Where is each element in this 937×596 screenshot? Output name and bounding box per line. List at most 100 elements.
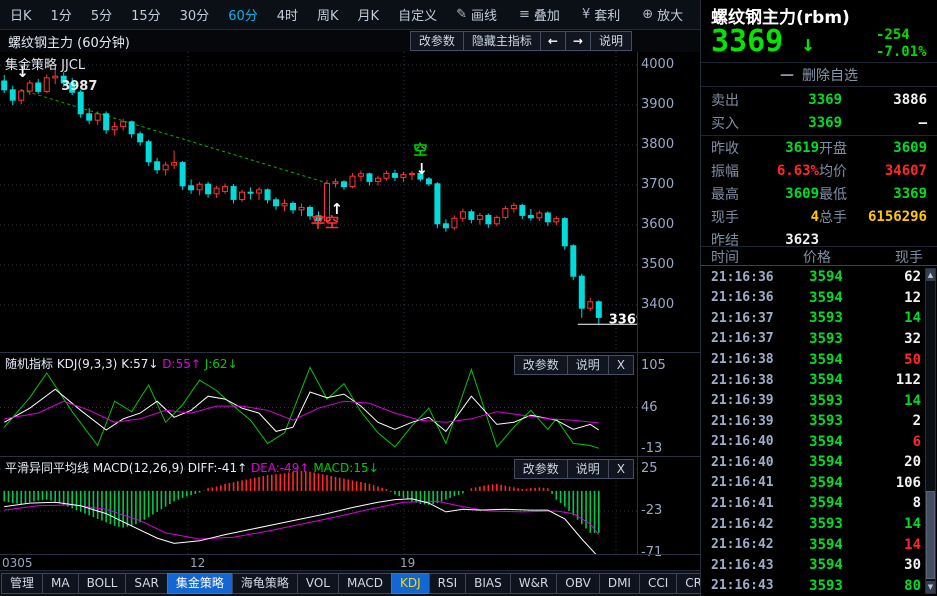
indicator-tab-MACD[interactable]: MACD bbox=[338, 573, 392, 594]
tool-draw-line[interactable]: ✎画线 bbox=[456, 5, 497, 24]
tape-row[interactable]: 21:16:39359314 bbox=[701, 390, 937, 411]
period-tab-60分[interactable]: 60分 bbox=[228, 5, 258, 24]
tool-arbitrage[interactable]: ¥套利 bbox=[582, 5, 620, 24]
period-tab-30分[interactable]: 30分 bbox=[180, 5, 210, 24]
period-tab-月K[interactable]: 月K bbox=[358, 5, 380, 24]
remove-favorite-button[interactable]: — 删除自选 bbox=[701, 62, 937, 87]
tape-column-header: 价格 bbox=[782, 247, 853, 267]
indicator-tab-VOL[interactable]: VOL bbox=[297, 573, 339, 594]
period-tab-自定义[interactable]: 自定义 bbox=[398, 5, 437, 24]
tape-row[interactable]: 21:16:4135948 bbox=[701, 493, 937, 514]
arbitrage-icon: ¥ bbox=[582, 7, 590, 22]
indicator-tab-管理[interactable]: 管理 bbox=[1, 573, 43, 594]
tape-price: 3593 bbox=[789, 578, 863, 594]
next-button[interactable]: → bbox=[565, 31, 591, 51]
indicator-tab-KDJ[interactable]: KDJ bbox=[391, 573, 430, 594]
tape-row[interactable]: 21:16:43359380 bbox=[701, 575, 937, 596]
axis-tick-label: 25 bbox=[641, 461, 658, 476]
tape-price: 3593 bbox=[789, 310, 863, 326]
indicator-tab-BIAS[interactable]: BIAS bbox=[465, 573, 511, 594]
scrollbar-thumb[interactable] bbox=[926, 491, 935, 579]
kdj-panel[interactable]: 随机指标 KDJ(9,3,3) K:57↓ D:55↑ J:62↓ 改参数说明X… bbox=[0, 352, 700, 456]
tape-time: 21:16:36 bbox=[711, 270, 789, 285]
tape-volume: 50 bbox=[863, 352, 921, 368]
macd-dea-value: DEA:-49↑ bbox=[251, 461, 310, 475]
candlestick-panel[interactable]: 集金策略 JJCL ↓3987平空↑空↓3369 400039003800370… bbox=[0, 52, 700, 352]
indicator-tab-RSI[interactable]: RSI bbox=[429, 573, 467, 594]
kdj-title: 随机指标 KDJ(9,3,3) bbox=[5, 357, 117, 371]
tape-volume: 62 bbox=[863, 269, 921, 285]
close-button[interactable]: X bbox=[608, 355, 634, 375]
indicator-tab-海龟策略[interactable]: 海龟策略 bbox=[232, 573, 298, 594]
tape-row[interactable]: 21:16:37359332 bbox=[701, 329, 937, 350]
prev-button[interactable]: ← bbox=[540, 31, 566, 51]
macd-macd-value: MACD:15↓ bbox=[313, 461, 378, 475]
stat-label: 最低 bbox=[819, 184, 865, 204]
indicator-tab-OBV[interactable]: OBV bbox=[556, 573, 600, 594]
tape-price: 3593 bbox=[789, 413, 863, 429]
stat-label: 开盘 bbox=[819, 138, 865, 158]
tape-row[interactable]: 21:16:37359314 bbox=[701, 308, 937, 329]
candlestick-chart[interactable]: ↓3987平空↑空↓3369 bbox=[0, 52, 637, 352]
help-button[interactable]: 说明 bbox=[590, 31, 632, 51]
indicator-tab-CCI[interactable]: CCI bbox=[639, 573, 677, 594]
indicator-tab-集金策略[interactable]: 集金策略 bbox=[167, 573, 233, 594]
tape-scrollbar[interactable]: ▲ ▼ bbox=[925, 268, 936, 594]
open-short-arrow: ↓ bbox=[415, 160, 428, 178]
tape-row[interactable]: 21:16:383594112 bbox=[701, 370, 937, 391]
tape-volume: 20 bbox=[863, 454, 921, 470]
chart-header-buttons: 改参数隐藏主指标←→说明 bbox=[411, 31, 632, 51]
bid-row: 买入3369— bbox=[701, 111, 937, 134]
tape-row[interactable]: 21:16:4035946 bbox=[701, 432, 937, 453]
tape-row[interactable]: 21:16:42359314 bbox=[701, 514, 937, 535]
kdj-k-value: K:57↓ bbox=[121, 357, 158, 371]
indicator-tab-DMI[interactable]: DMI bbox=[599, 573, 640, 594]
indicator-tab-W&R[interactable]: W&R bbox=[510, 573, 558, 594]
period-tab-日K[interactable]: 日K bbox=[10, 5, 32, 24]
period-toolbar: 日K1分5分15分30分60分4时周K月K自定义✎画线≡叠加¥套利⊕放大»> bbox=[0, 0, 700, 30]
help-button[interactable]: 说明 bbox=[567, 355, 609, 375]
close-button[interactable]: X bbox=[608, 459, 634, 479]
tape-row[interactable]: 21:16:43359430 bbox=[701, 555, 937, 576]
change-params-button[interactable]: 改参数 bbox=[514, 459, 568, 479]
stat-label: 振幅 bbox=[711, 161, 757, 181]
tool-overlay[interactable]: ≡叠加 bbox=[519, 5, 560, 24]
help-button[interactable]: 说明 bbox=[567, 459, 609, 479]
macd-panel[interactable]: 平滑异同平均线 MACD(12,26,9) DIFF:-41↑ DEA:-49↑… bbox=[0, 456, 700, 554]
period-tab-5分[interactable]: 5分 bbox=[91, 5, 112, 24]
indicator-tab-SAR[interactable]: SAR bbox=[125, 573, 167, 594]
tape-row[interactable]: 21:16:40359420 bbox=[701, 452, 937, 473]
period-tab-4时[interactable]: 4时 bbox=[277, 5, 298, 24]
change-value: -254 bbox=[876, 27, 927, 44]
change-params-button[interactable]: 改参数 bbox=[514, 355, 568, 375]
tape-time: 21:16:38 bbox=[711, 352, 789, 367]
scroll-down-icon[interactable]: ▼ bbox=[926, 581, 935, 593]
tape-row[interactable]: 21:16:413594106 bbox=[701, 473, 937, 494]
tape-volume: 8 bbox=[863, 495, 921, 511]
time-axis: 03051219 bbox=[0, 554, 700, 570]
indicator-tab-BOLL[interactable]: BOLL bbox=[78, 573, 127, 594]
indicator-tab-MA[interactable]: MA bbox=[42, 573, 79, 594]
indicator-toolbar: 管理MABOLLSAR集金策略海龟策略VOLMACDKDJRSIBIASW&RO… bbox=[0, 570, 700, 596]
stats-row: 昨收3619开盘3609 bbox=[701, 136, 937, 159]
trading-app-window: 日K1分5分15分30分60分4时周K月K自定义✎画线≡叠加¥套利⊕放大»> 螺… bbox=[0, 0, 937, 596]
tape-row[interactable]: 21:16:42359414 bbox=[701, 534, 937, 555]
period-tab-周K[interactable]: 周K bbox=[317, 5, 339, 24]
hide-indicator-button[interactable]: 隐藏主指标 bbox=[463, 31, 541, 51]
tape-time: 21:16:39 bbox=[711, 414, 789, 429]
axis-tick-label: 3900 bbox=[641, 97, 674, 112]
last-price-label: 3369 bbox=[609, 313, 637, 328]
tape-row[interactable]: 21:16:36359462 bbox=[701, 267, 937, 288]
tape-row[interactable]: 21:16:3935932 bbox=[701, 411, 937, 432]
tape-volume: 106 bbox=[863, 475, 921, 491]
scroll-up-icon[interactable]: ▲ bbox=[926, 269, 935, 281]
period-tab-15分[interactable]: 15分 bbox=[131, 5, 161, 24]
change-params-button[interactable]: 改参数 bbox=[410, 31, 464, 51]
tape-time: 21:16:41 bbox=[711, 475, 789, 490]
tape-row[interactable]: 21:16:38359450 bbox=[701, 349, 937, 370]
strategy-label: 集金策略 JJCL bbox=[5, 54, 85, 73]
chart-header: 螺纹钢主力 (60分钟) 改参数隐藏主指标←→说明 bbox=[0, 30, 700, 52]
tape-row[interactable]: 21:16:36359412 bbox=[701, 288, 937, 309]
period-tab-1分[interactable]: 1分 bbox=[51, 5, 72, 24]
tool-zoom-in[interactable]: ⊕放大 bbox=[642, 5, 683, 24]
